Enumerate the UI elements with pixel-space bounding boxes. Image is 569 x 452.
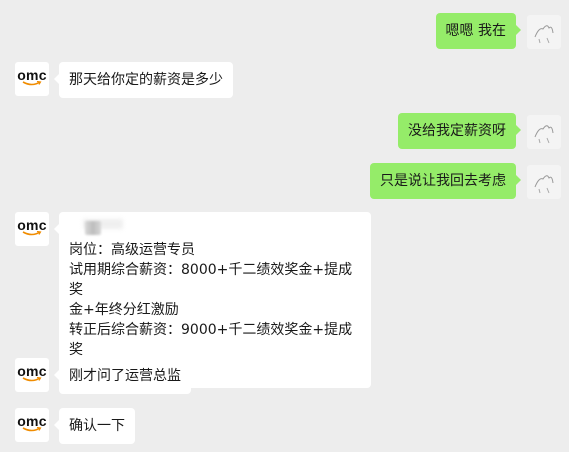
message-line: 金+年终分红激励 (69, 302, 179, 318)
message-line: 转正后综合薪资：9000+千二绩效奖金+提成奖 (69, 322, 353, 358)
message-bubble[interactable]: 刚才问了运营总监 (54, 358, 191, 394)
message-bubble[interactable]: 只是说让我回去考虑 (370, 163, 521, 199)
message-bubble[interactable]: 那天给你定的薪资是多少 (54, 62, 233, 98)
message-line: 试用期综合薪资：8000+千二绩效奖金+提成奖 (69, 262, 353, 298)
omc-logo: omc (17, 413, 47, 429)
omc-logo: omc (17, 67, 47, 83)
omc-logo: omc (17, 217, 47, 233)
omc-logo: omc (17, 363, 47, 379)
sketch-face-icon (534, 175, 554, 194)
smile-arrow-icon (22, 427, 42, 432)
sketch-face-icon (534, 125, 554, 144)
message-text: 那天给你定的薪资是多少 (69, 72, 223, 88)
message-bubble[interactable]: 确认一下 (54, 408, 135, 444)
redacted-image (85, 221, 101, 235)
smile-arrow-icon (22, 81, 42, 86)
message-text: 刚才问了运营总监 (69, 368, 181, 384)
message-bubble[interactable]: 没给我定薪资呀 (398, 113, 521, 149)
message-text: 没给我定薪资呀 (408, 123, 506, 139)
avatar[interactable]: omc (15, 62, 49, 96)
avatar[interactable]: omc (15, 358, 49, 392)
avatar[interactable]: omc (15, 212, 49, 246)
message-line: 岗位：高级运营专员 (69, 242, 195, 258)
smile-arrow-icon (22, 231, 42, 236)
message-bubble[interactable]: 嗯嗯 我在 (435, 13, 522, 49)
sketch-face-icon (534, 25, 554, 44)
message-text: 嗯嗯 我在 (445, 23, 506, 39)
message-text: 确认一下 (69, 418, 125, 434)
avatar[interactable] (527, 165, 561, 199)
message-text: 只是说让我回去考虑 (380, 173, 506, 189)
smile-arrow-icon (22, 377, 42, 382)
avatar[interactable] (527, 115, 561, 149)
avatar[interactable]: omc (15, 408, 49, 442)
avatar[interactable] (527, 15, 561, 49)
